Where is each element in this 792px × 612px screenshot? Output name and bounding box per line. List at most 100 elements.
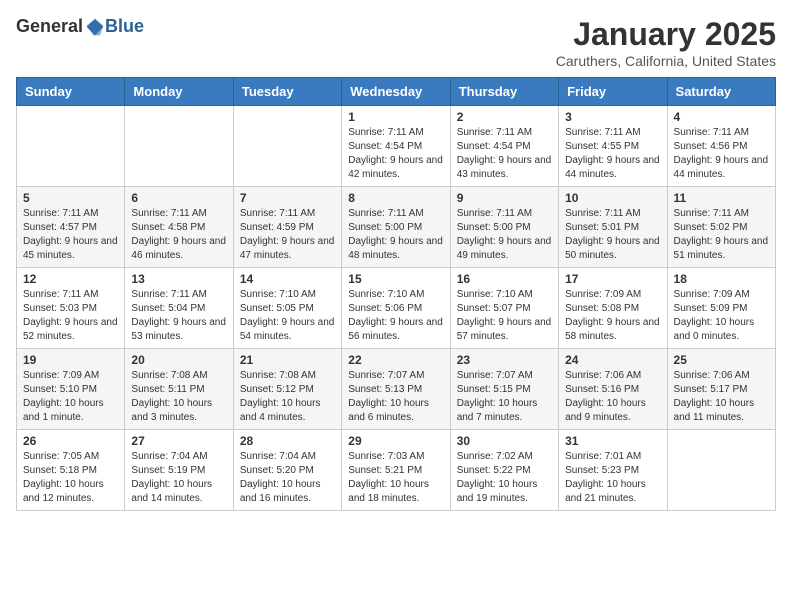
- calendar-cell: 19 Sunrise: 7:09 AM Sunset: 5:10 PM Dayli…: [17, 349, 125, 430]
- calendar-cell: 23 Sunrise: 7:07 AM Sunset: 5:15 PM Dayli…: [450, 349, 558, 430]
- location-text: Caruthers, California, United States: [556, 53, 776, 69]
- day-info: Sunrise: 7:10 AM Sunset: 5:06 PM Dayligh…: [348, 288, 443, 344]
- day-number: 30: [457, 434, 552, 448]
- day-number: 27: [131, 434, 226, 448]
- day-info: Sunrise: 7:11 AM Sunset: 5:02 PM Dayligh…: [674, 207, 769, 263]
- day-info: Sunrise: 7:06 AM Sunset: 5:17 PM Dayligh…: [674, 369, 769, 425]
- calendar-cell: 5 Sunrise: 7:11 AM Sunset: 4:57 PM Daylig…: [17, 187, 125, 268]
- day-info: Sunrise: 7:07 AM Sunset: 5:15 PM Dayligh…: [457, 369, 552, 425]
- day-info: Sunrise: 7:06 AM Sunset: 5:16 PM Dayligh…: [565, 369, 660, 425]
- calendar-cell: [125, 106, 233, 187]
- day-number: 14: [240, 272, 335, 286]
- calendar-cell: 17Sunrise: 7:09 AM Sunset: 5:08 PM Dayli…: [559, 268, 667, 349]
- weekday-header-sunday: Sunday: [17, 78, 125, 106]
- day-number: 25: [674, 353, 769, 367]
- calendar-week-row: 19 Sunrise: 7:09 AM Sunset: 5:10 PM Dayli…: [17, 349, 776, 430]
- day-info: Sunrise: 7:11 AM Sunset: 4:57 PM Dayligh…: [23, 207, 118, 263]
- day-number: 7: [240, 191, 335, 205]
- day-info: Sunrise: 7:11 AM Sunset: 5:01 PM Dayligh…: [565, 207, 660, 263]
- day-number: 13: [131, 272, 226, 286]
- day-number: 2: [457, 110, 552, 124]
- weekday-header-row: SundayMondayTuesdayWednesdayThursdayFrid…: [17, 78, 776, 106]
- day-info: Sunrise: 7:11 AM Sunset: 4:54 PM Dayligh…: [348, 126, 443, 182]
- calendar-cell: [233, 106, 341, 187]
- title-area: January 2025 Caruthers, California, Unit…: [556, 16, 776, 69]
- day-info: Sunrise: 7:09 AM Sunset: 5:10 PM Dayligh…: [23, 369, 118, 425]
- day-number: 22: [348, 353, 443, 367]
- calendar-cell: 3 Sunrise: 7:11 AM Sunset: 4:55 PM Daylig…: [559, 106, 667, 187]
- day-number: 21: [240, 353, 335, 367]
- logo-icon: [85, 17, 105, 37]
- calendar-cell: 1 Sunrise: 7:11 AM Sunset: 4:54 PM Daylig…: [342, 106, 450, 187]
- day-info: Sunrise: 7:11 AM Sunset: 4:56 PM Dayligh…: [674, 126, 769, 182]
- day-number: 23: [457, 353, 552, 367]
- day-number: 12: [23, 272, 118, 286]
- calendar-cell: [17, 106, 125, 187]
- day-info: Sunrise: 7:11 AM Sunset: 4:59 PM Dayligh…: [240, 207, 335, 263]
- calendar-cell: 21 Sunrise: 7:08 AM Sunset: 5:12 PM Dayli…: [233, 349, 341, 430]
- day-info: Sunrise: 7:08 AM Sunset: 5:11 PM Dayligh…: [131, 369, 226, 425]
- calendar-cell: 15 Sunrise: 7:10 AM Sunset: 5:06 PM Dayli…: [342, 268, 450, 349]
- day-info: Sunrise: 7:11 AM Sunset: 4:54 PM Dayligh…: [457, 126, 552, 182]
- calendar-cell: 28 Sunrise: 7:04 AM Sunset: 5:20 PM Dayli…: [233, 430, 341, 511]
- day-info: Sunrise: 7:09 AM Sunset: 5:08 PM Dayligh…: [565, 288, 660, 344]
- day-info: Sunrise: 7:04 AM Sunset: 5:20 PM Dayligh…: [240, 450, 335, 506]
- calendar-cell: 30 Sunrise: 7:02 AM Sunset: 5:22 PM Dayli…: [450, 430, 558, 511]
- calendar-cell: 20 Sunrise: 7:08 AM Sunset: 5:11 PM Dayli…: [125, 349, 233, 430]
- day-number: 28: [240, 434, 335, 448]
- logo: General Blue: [16, 16, 144, 37]
- calendar-cell: 29 Sunrise: 7:03 AM Sunset: 5:21 PM Dayli…: [342, 430, 450, 511]
- day-number: 20: [131, 353, 226, 367]
- calendar-cell: [667, 430, 775, 511]
- day-number: 11: [674, 191, 769, 205]
- day-number: 8: [348, 191, 443, 205]
- calendar-cell: 12 Sunrise: 7:11 AM Sunset: 5:03 PM Dayli…: [17, 268, 125, 349]
- day-info: Sunrise: 7:04 AM Sunset: 5:19 PM Dayligh…: [131, 450, 226, 506]
- day-number: 5: [23, 191, 118, 205]
- day-number: 10: [565, 191, 660, 205]
- calendar-cell: 8Sunrise: 7:11 AM Sunset: 5:00 PM Daylig…: [342, 187, 450, 268]
- day-number: 26: [23, 434, 118, 448]
- day-info: Sunrise: 7:05 AM Sunset: 5:18 PM Dayligh…: [23, 450, 118, 506]
- calendar-week-row: 12 Sunrise: 7:11 AM Sunset: 5:03 PM Dayli…: [17, 268, 776, 349]
- header: General Blue January 2025 Caruthers, Cal…: [16, 16, 776, 69]
- day-number: 29: [348, 434, 443, 448]
- day-info: Sunrise: 7:10 AM Sunset: 5:05 PM Dayligh…: [240, 288, 335, 344]
- day-number: 3: [565, 110, 660, 124]
- day-info: Sunrise: 7:07 AM Sunset: 5:13 PM Dayligh…: [348, 369, 443, 425]
- calendar-cell: 24Sunrise: 7:06 AM Sunset: 5:16 PM Dayli…: [559, 349, 667, 430]
- day-number: 16: [457, 272, 552, 286]
- calendar-cell: 13Sunrise: 7:11 AM Sunset: 5:04 PM Dayli…: [125, 268, 233, 349]
- calendar-cell: 11 Sunrise: 7:11 AM Sunset: 5:02 PM Dayli…: [667, 187, 775, 268]
- calendar-cell: 10 Sunrise: 7:11 AM Sunset: 5:01 PM Dayli…: [559, 187, 667, 268]
- calendar-cell: 9Sunrise: 7:11 AM Sunset: 5:00 PM Daylig…: [450, 187, 558, 268]
- day-number: 1: [348, 110, 443, 124]
- month-title: January 2025: [556, 16, 776, 53]
- weekday-header-monday: Monday: [125, 78, 233, 106]
- calendar-cell: 31Sunrise: 7:01 AM Sunset: 5:23 PM Dayli…: [559, 430, 667, 511]
- calendar-cell: 7 Sunrise: 7:11 AM Sunset: 4:59 PM Daylig…: [233, 187, 341, 268]
- weekday-header-thursday: Thursday: [450, 78, 558, 106]
- calendar-week-row: 1 Sunrise: 7:11 AM Sunset: 4:54 PM Daylig…: [17, 106, 776, 187]
- weekday-header-tuesday: Tuesday: [233, 78, 341, 106]
- day-info: Sunrise: 7:11 AM Sunset: 5:03 PM Dayligh…: [23, 288, 118, 344]
- day-info: Sunrise: 7:02 AM Sunset: 5:22 PM Dayligh…: [457, 450, 552, 506]
- calendar-cell: 25 Sunrise: 7:06 AM Sunset: 5:17 PM Dayli…: [667, 349, 775, 430]
- calendar-cell: 22 Sunrise: 7:07 AM Sunset: 5:13 PM Dayli…: [342, 349, 450, 430]
- calendar-cell: 26 Sunrise: 7:05 AM Sunset: 5:18 PM Dayli…: [17, 430, 125, 511]
- day-number: 6: [131, 191, 226, 205]
- logo-blue-text: Blue: [105, 16, 144, 37]
- day-info: Sunrise: 7:11 AM Sunset: 5:00 PM Dayligh…: [457, 207, 552, 263]
- day-number: 19: [23, 353, 118, 367]
- calendar-week-row: 5 Sunrise: 7:11 AM Sunset: 4:57 PM Daylig…: [17, 187, 776, 268]
- calendar-cell: 2 Sunrise: 7:11 AM Sunset: 4:54 PM Daylig…: [450, 106, 558, 187]
- day-info: Sunrise: 7:08 AM Sunset: 5:12 PM Dayligh…: [240, 369, 335, 425]
- calendar-cell: 4 Sunrise: 7:11 AM Sunset: 4:56 PM Daylig…: [667, 106, 775, 187]
- day-info: Sunrise: 7:03 AM Sunset: 5:21 PM Dayligh…: [348, 450, 443, 506]
- day-number: 4: [674, 110, 769, 124]
- weekday-header-friday: Friday: [559, 78, 667, 106]
- day-number: 15: [348, 272, 443, 286]
- day-number: 18: [674, 272, 769, 286]
- weekday-header-saturday: Saturday: [667, 78, 775, 106]
- day-info: Sunrise: 7:11 AM Sunset: 4:55 PM Dayligh…: [565, 126, 660, 182]
